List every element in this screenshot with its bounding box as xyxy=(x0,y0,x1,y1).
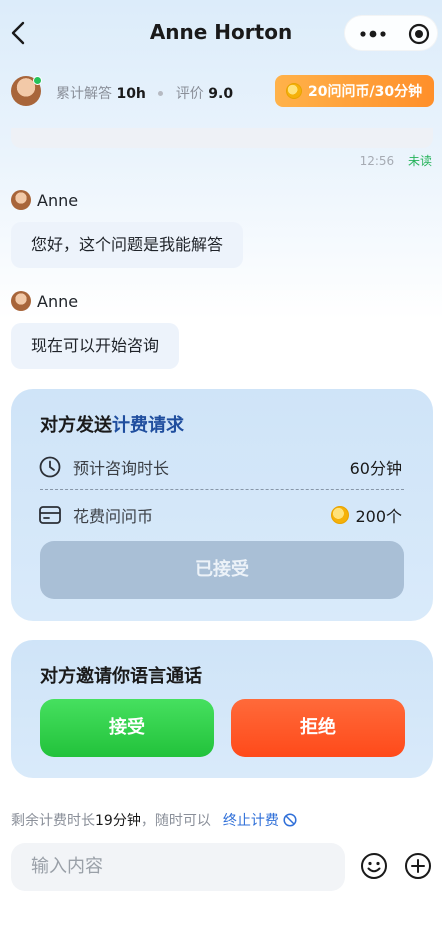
sender-avatar[interactable] xyxy=(11,190,31,210)
billing-card-title: 对方发送计费请求 xyxy=(40,411,184,437)
remain-value: 19分钟 xyxy=(95,813,141,829)
message-time: 12:56 xyxy=(359,154,395,168)
cost-value: 200个 xyxy=(355,507,402,526)
voice-call-card: 对方邀请你语言通话 接受 拒绝 xyxy=(11,640,433,778)
duration-label: 预计咨询时长 xyxy=(73,459,170,478)
remain-prefix: 剩余计费时长 xyxy=(11,813,95,829)
more-icon[interactable] xyxy=(359,26,387,42)
accept-call-button[interactable]: 接受 xyxy=(40,699,214,757)
sender-avatar[interactable] xyxy=(11,291,31,311)
sender-name: Anne xyxy=(37,291,79,311)
online-status-dot xyxy=(33,76,42,85)
emoji-icon[interactable] xyxy=(360,852,388,880)
stop-billing-link[interactable]: 终止计费 xyxy=(223,810,297,830)
message-bubble[interactable]: 现在可以开始咨询 xyxy=(11,323,180,369)
previous-card-edge xyxy=(11,128,433,148)
prohibited-icon xyxy=(283,813,297,827)
coin-icon xyxy=(331,506,350,524)
expert-info-bar: 累计解答 10h 评价 9.0 20问问币/30分钟 xyxy=(0,70,442,114)
sender-name: Anne xyxy=(37,190,79,210)
dashed-divider xyxy=(40,489,404,490)
reject-call-button[interactable]: 拒绝 xyxy=(231,699,405,757)
voice-call-title: 对方邀请你语言通话 xyxy=(40,666,202,687)
stop-billing-label: 终止计费 xyxy=(222,813,279,829)
coin-icon xyxy=(286,83,302,99)
add-icon[interactable] xyxy=(404,852,432,880)
accepted-status-button: 已接受 xyxy=(40,541,404,599)
mini-program-capsule xyxy=(344,15,438,51)
billing-title-prefix: 对方发送 xyxy=(40,415,112,436)
message-bubble[interactable]: 您好，这个问题是我能解答 xyxy=(11,222,244,268)
price-chip[interactable]: 20问问币/30分钟 xyxy=(275,75,434,107)
rating-value: 9.0 xyxy=(208,86,234,102)
remain-suffix: ，随时可以 xyxy=(140,813,211,829)
rating-label: 评价 xyxy=(175,86,204,102)
nav-bar: Anne Horton xyxy=(0,0,442,66)
unread-status: 未读 xyxy=(407,154,432,168)
message-input[interactable]: 输入内容 xyxy=(11,843,345,891)
billing-title-accent: 计费请求 xyxy=(112,415,184,436)
cost-row-label: 花费问问币 xyxy=(39,503,153,527)
cost-value-group: 200个 xyxy=(331,503,402,527)
cost-label: 花费问问币 xyxy=(73,507,154,526)
wallet-card-icon xyxy=(39,506,61,524)
close-target-icon[interactable] xyxy=(408,23,430,45)
duration-value: 60分钟 xyxy=(349,459,402,478)
message-time-row: 12:56 未读 xyxy=(360,152,432,169)
solved-label: 累计解答 xyxy=(56,86,112,102)
message-sender: Anne xyxy=(11,290,78,312)
price-chip-label: 20问问币/30分钟 xyxy=(308,84,423,100)
separator-dot xyxy=(158,90,164,96)
clock-icon xyxy=(39,456,61,478)
solved-value: 10h xyxy=(116,86,146,102)
message-sender: Anne xyxy=(11,189,78,211)
remaining-time-notice: 剩余计费时长 19分钟 ，随时可以 终止计费 xyxy=(11,810,297,830)
expert-stats: 累计解答 10h 评价 9.0 xyxy=(56,83,233,103)
duration-row-label: 预计咨询时长 xyxy=(39,455,169,479)
billing-request-card: 对方发送计费请求 预计咨询时长 60分钟 花费问问币 200个 已接受 xyxy=(11,389,433,621)
